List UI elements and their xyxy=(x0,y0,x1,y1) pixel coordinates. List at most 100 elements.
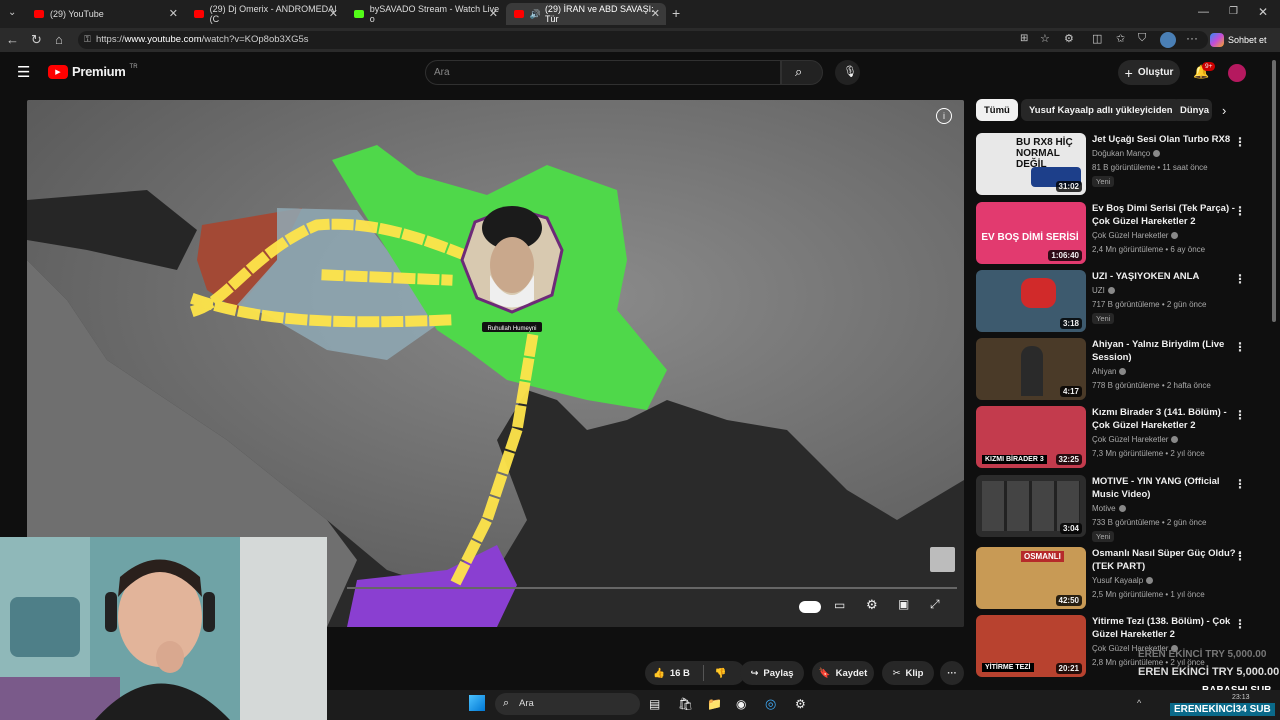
chip-world[interactable]: Dünya xyxy=(1172,99,1212,121)
chips-next-chevron-icon[interactable]: › xyxy=(1222,103,1226,118)
autoplay-toggle[interactable] xyxy=(799,601,821,613)
theater-mode-icon[interactable]: ▣ xyxy=(898,597,909,611)
store-icon[interactable]: 🛍 xyxy=(678,697,693,711)
close-tab-icon[interactable]: ✕ xyxy=(169,7,178,20)
channel-name[interactable]: Çok Güzel Hareketler xyxy=(1092,231,1179,240)
home-icon[interactable]: ⌂ xyxy=(55,32,63,47)
file-explorer-icon[interactable]: 📁 xyxy=(707,697,722,711)
collections-icon[interactable]: ✩ xyxy=(1116,32,1125,45)
more-actions-button[interactable]: ··· xyxy=(940,661,964,685)
channel-name[interactable]: Ahiyan xyxy=(1092,367,1127,376)
tab-kick-stream[interactable]: bySAVADO Stream - Watch Live o ✕ xyxy=(346,3,504,25)
profile-avatar[interactable] xyxy=(1160,32,1176,48)
tab-dj-omerix[interactable]: (29) Dj Omerix - ANDROMEDA! (C ✕ xyxy=(186,3,344,25)
close-window-icon[interactable]: ✕ xyxy=(1258,5,1268,19)
lock-icon[interactable]: ⚿ xyxy=(84,34,91,45)
speaker-icon[interactable]: 🔊 xyxy=(530,9,541,20)
tray-chevron-icon[interactable]: ^ xyxy=(1137,698,1141,708)
copilot-chat-button[interactable]: Sohbet et xyxy=(1210,31,1267,49)
info-icon[interactable]: i xyxy=(936,108,952,124)
video-thumbnail[interactable]: YİTİRME TEZİ 20:21 xyxy=(976,615,1086,677)
video-thumbnail[interactable]: EV BOŞ DİMİ SERİSİ 1:06:40 xyxy=(976,202,1086,264)
url-text[interactable]: https://www.youtube.com/watch?v=KOp8ob3X… xyxy=(96,34,309,45)
channel-name[interactable]: Yusuf Kayaalp xyxy=(1092,576,1154,585)
maximize-icon[interactable]: ❐ xyxy=(1229,6,1238,17)
chip-all[interactable]: Tümü xyxy=(976,99,1018,121)
back-icon[interactable]: ← xyxy=(6,32,19,47)
more-actions-icon[interactable]: ⋮ xyxy=(1234,617,1246,631)
voice-search-button[interactable]: 🎙 xyxy=(835,60,860,85)
video-thumbnail[interactable]: 3:18 xyxy=(976,270,1086,332)
video-title[interactable]: MOTIVE - YIN YANG (Official Music Video) xyxy=(1092,475,1242,501)
chip-from-uploader[interactable]: Yusuf Kayaalp adlı yükleyiciden xyxy=(1021,99,1181,121)
recommendation-item[interactable]: 3:04 MOTIVE - YIN YANG (Official Music V… xyxy=(976,475,1266,542)
more-actions-icon[interactable]: ⋮ xyxy=(1234,340,1246,354)
share-button[interactable]: ↪ Paylaş xyxy=(740,661,804,685)
minimize-icon[interactable]: — xyxy=(1198,6,1209,18)
more-actions-icon[interactable]: ⋮ xyxy=(1234,135,1246,149)
settings-gear-icon[interactable]: ⚙ xyxy=(866,597,878,613)
subtitles-icon[interactable]: ▭ xyxy=(834,598,845,612)
more-actions-icon[interactable]: ⋮ xyxy=(1234,204,1246,218)
windows-start-icon[interactable] xyxy=(469,695,485,711)
channel-name[interactable]: Doğukan Manço xyxy=(1092,149,1161,158)
video-thumbnail[interactable]: KIZMI BİRADER 3 32:25 xyxy=(976,406,1086,468)
video-title[interactable]: Ahiyan - Yalnız Biriydim (Live Session) xyxy=(1092,338,1242,364)
tab-youtube-home[interactable]: (29) YouTube ✕ xyxy=(26,3,184,25)
settings-gear-icon[interactable]: ⚙ xyxy=(795,697,806,711)
clock-time[interactable]: 23:13 xyxy=(1232,694,1250,701)
video-thumbnail[interactable]: 4:17 xyxy=(976,338,1086,400)
video-thumbnail[interactable]: BU RX8 HİÇ NORMAL DEĞİL 31:02 xyxy=(976,133,1086,195)
more-options-icon[interactable]: ··· xyxy=(1186,31,1198,45)
edge-browser-icon[interactable]: ◎ xyxy=(765,696,776,712)
channel-name[interactable]: Motive xyxy=(1092,504,1126,513)
chrome-icon[interactable]: ◉ xyxy=(736,697,746,711)
dislike-button[interactable]: 👎 xyxy=(715,668,727,679)
task-view-icon[interactable]: ▤ xyxy=(649,697,660,711)
split-screen-icon[interactable]: ◫ xyxy=(1092,32,1102,45)
recommendation-item[interactable]: OSMANLI 42:50 Osmanlı Nasıl Süper Güç Ol… xyxy=(976,547,1266,611)
channel-name[interactable]: Çok Güzel Hareketler xyxy=(1092,435,1179,444)
recommendation-item[interactable]: EV BOŞ DİMİ SERİSİ 1:06:40 Ev Boş Dimi S… xyxy=(976,202,1266,266)
recommendation-item[interactable]: 4:17 Ahiyan - Yalnız Biriydim (Live Sess… xyxy=(976,338,1266,402)
video-thumbnail[interactable]: 3:04 xyxy=(976,475,1086,537)
fullscreen-icon[interactable]: ⤢ xyxy=(930,597,940,612)
video-title[interactable]: Kızmı Birader 3 (141. Bölüm) - Çok Güzel… xyxy=(1092,406,1242,432)
more-actions-icon[interactable]: ⋮ xyxy=(1234,549,1246,563)
recommendation-item[interactable]: BU RX8 HİÇ NORMAL DEĞİL 31:02 Jet Uçağı … xyxy=(976,133,1266,197)
like-button[interactable]: 👍 16 B xyxy=(653,668,690,679)
video-title[interactable]: Yitirme Tezi (138. Bölüm) - Çok Güzel Ha… xyxy=(1092,615,1242,641)
close-tab-icon[interactable]: ✕ xyxy=(651,7,660,20)
video-title[interactable]: Jet Uçağı Sesi Olan Turbo RX8 xyxy=(1092,133,1242,146)
close-tab-icon[interactable]: ✕ xyxy=(489,7,498,20)
more-actions-icon[interactable]: ⋮ xyxy=(1234,477,1246,491)
video-title[interactable]: Osmanlı Nasıl Süper Güç Oldu? - (TEK PAR… xyxy=(1092,547,1242,573)
recommendation-item[interactable]: 3:18 UZI - YAŞIYOKEN ANLA UZI 717 B görü… xyxy=(976,270,1266,334)
apps-icon[interactable]: ⊞ xyxy=(1020,33,1028,44)
video-title[interactable]: UZI - YAŞIYOKEN ANLA xyxy=(1092,270,1242,283)
account-avatar[interactable] xyxy=(1228,64,1246,82)
close-tab-icon[interactable]: ✕ xyxy=(329,7,338,20)
recommendation-item[interactable]: KIZMI BİRADER 3 32:25 Kızmı Birader 3 (1… xyxy=(976,406,1266,470)
tab-list-chevron-icon[interactable]: ⌄ xyxy=(8,7,16,18)
extensions-icon[interactable]: ⚙ xyxy=(1064,32,1074,45)
search-button[interactable]: ⌕ xyxy=(781,60,823,85)
youtube-logo[interactable]: ▶ Premium TR xyxy=(48,64,138,79)
search-input[interactable]: Ara xyxy=(425,60,781,85)
reload-icon[interactable]: ↻ xyxy=(31,32,42,48)
video-title[interactable]: Ev Boş Dimi Serisi (Tek Parça) - Çok Güz… xyxy=(1092,202,1242,228)
shield-icon[interactable]: ⛉ xyxy=(1138,32,1146,45)
video-thumbnail[interactable]: OSMANLI 42:50 xyxy=(976,547,1086,609)
channel-name[interactable]: UZI xyxy=(1092,286,1115,295)
save-button[interactable]: 🔖 Kaydet xyxy=(812,661,874,685)
taskbar-search[interactable]: ⌕ Ara xyxy=(495,693,640,715)
channel-watermark[interactable] xyxy=(930,547,955,572)
favorite-star-icon[interactable]: ☆ xyxy=(1040,32,1050,45)
new-tab-icon[interactable]: + xyxy=(672,5,680,21)
tab-iran-abd[interactable]: 🔊 (29) İRAN ve ABD SAVAŞI: Tür ✕ xyxy=(506,3,666,25)
page-scrollbar[interactable] xyxy=(1272,60,1276,322)
progress-bar-track[interactable] xyxy=(347,587,957,589)
clip-button[interactable]: ✂ Klip xyxy=(882,661,934,685)
more-actions-icon[interactable]: ⋮ xyxy=(1234,408,1246,422)
more-actions-icon[interactable]: ⋮ xyxy=(1234,272,1246,286)
